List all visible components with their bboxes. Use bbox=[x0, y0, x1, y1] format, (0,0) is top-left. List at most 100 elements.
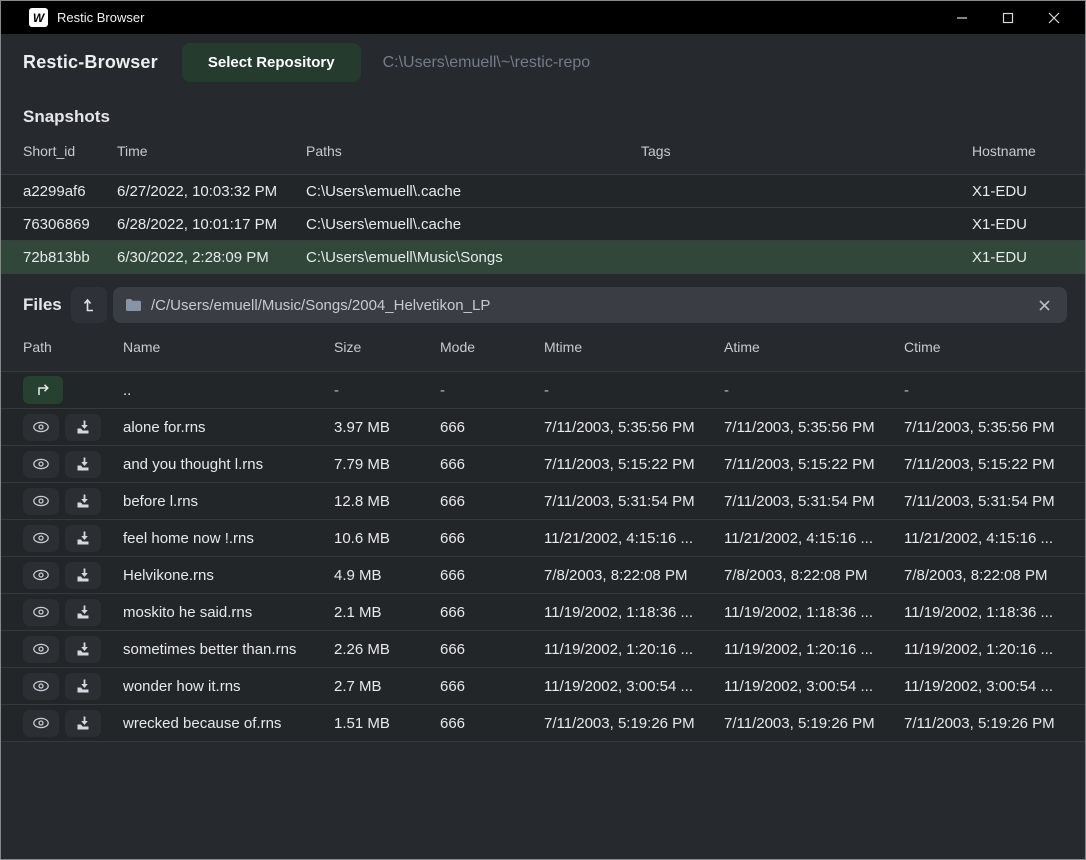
file-name: wonder how it.rns bbox=[123, 678, 334, 695]
file-atime: 7/11/2003, 5:35:56 PM bbox=[724, 419, 904, 436]
file-ctime: 7/11/2003, 5:15:22 PM bbox=[904, 456, 1067, 473]
file-ctime: 11/19/2002, 1:20:16 ... bbox=[904, 641, 1067, 658]
file-size: 7.79 MB bbox=[334, 456, 440, 473]
snapshot-row[interactable]: 72b813bb 6/30/2022, 2:28:09 PM C:\Users\… bbox=[1, 240, 1085, 273]
view-file-button[interactable] bbox=[23, 599, 59, 626]
maximize-icon bbox=[1002, 12, 1014, 24]
file-atime: - bbox=[724, 382, 904, 399]
view-file-button[interactable] bbox=[23, 562, 59, 589]
file-name: sometimes better than.rns bbox=[123, 641, 334, 658]
file-size: 2.1 MB bbox=[334, 604, 440, 621]
col-tags: Tags bbox=[641, 143, 972, 159]
download-icon bbox=[75, 715, 91, 731]
return-arrow-icon bbox=[34, 382, 52, 398]
file-size: 4.9 MB bbox=[334, 567, 440, 584]
download-file-button[interactable] bbox=[65, 673, 101, 700]
download-icon bbox=[75, 493, 91, 509]
col-path: Path bbox=[23, 339, 123, 355]
close-button[interactable] bbox=[1031, 1, 1077, 34]
file-mtime: 11/19/2002, 1:20:16 ... bbox=[544, 641, 724, 658]
file-ctime: 11/19/2002, 3:00:54 ... bbox=[904, 678, 1067, 695]
download-file-button[interactable] bbox=[65, 636, 101, 663]
file-size: 2.26 MB bbox=[334, 641, 440, 658]
file-mtime: 7/11/2003, 5:15:22 PM bbox=[544, 456, 724, 473]
snapshot-short-id: a2299af6 bbox=[23, 183, 117, 200]
file-row[interactable]: and you thought l.rns 7.79 MB 666 7/11/2… bbox=[1, 445, 1085, 482]
view-file-button[interactable] bbox=[23, 710, 59, 737]
view-file-button[interactable] bbox=[23, 488, 59, 515]
file-row[interactable]: alone for.rns 3.97 MB 666 7/11/2003, 5:3… bbox=[1, 408, 1085, 445]
file-mode: 666 bbox=[440, 530, 544, 547]
col-ctime: Ctime bbox=[904, 339, 1067, 355]
snapshots-table-header: Short_id Time Paths Tags Hostname bbox=[1, 127, 1085, 174]
file-mode: 666 bbox=[440, 456, 544, 473]
file-atime: 11/21/2002, 4:15:16 ... bbox=[724, 530, 904, 547]
view-file-button[interactable] bbox=[23, 525, 59, 552]
download-file-button[interactable] bbox=[65, 525, 101, 552]
download-file-button[interactable] bbox=[65, 710, 101, 737]
view-file-button[interactable] bbox=[23, 673, 59, 700]
col-time: Time bbox=[117, 143, 306, 159]
file-size: - bbox=[334, 382, 440, 399]
page-title: Restic-Browser bbox=[23, 52, 158, 73]
file-ctime: 11/19/2002, 1:18:36 ... bbox=[904, 604, 1067, 621]
download-icon bbox=[75, 641, 91, 657]
snapshot-row[interactable]: 76306869 6/28/2022, 10:01:17 PM C:\Users… bbox=[1, 207, 1085, 240]
file-atime: 11/19/2002, 1:18:36 ... bbox=[724, 604, 904, 621]
download-icon bbox=[75, 678, 91, 694]
file-row[interactable]: feel home now !.rns 10.6 MB 666 11/21/20… bbox=[1, 519, 1085, 556]
file-size: 12.8 MB bbox=[334, 493, 440, 510]
eye-icon bbox=[32, 642, 50, 656]
current-path-bar[interactable]: /C/Users/emuell/Music/Songs/2004_Helveti… bbox=[113, 287, 1067, 323]
col-short-id: Short_id bbox=[23, 143, 117, 159]
wails-logo-icon: W bbox=[29, 8, 48, 27]
file-mode: 666 bbox=[440, 715, 544, 732]
files-bar: Files /C/Users/emuell/Music/Songs/2004_H… bbox=[23, 287, 1067, 323]
file-mtime: 11/21/2002, 4:15:16 ... bbox=[544, 530, 724, 547]
select-repository-button[interactable]: Select Repository bbox=[182, 43, 361, 82]
file-name: before l.rns bbox=[123, 493, 334, 510]
download-file-button[interactable] bbox=[65, 488, 101, 515]
snapshot-hostname: X1-EDU bbox=[972, 183, 1067, 200]
file-mode: 666 bbox=[440, 678, 544, 695]
col-atime: Atime bbox=[724, 339, 904, 355]
clear-path-button[interactable] bbox=[1034, 295, 1055, 316]
file-row[interactable]: wonder how it.rns 2.7 MB 666 11/19/2002,… bbox=[1, 667, 1085, 704]
parent-directory-row[interactable]: .. - - - - - bbox=[1, 371, 1085, 408]
eye-icon bbox=[32, 679, 50, 693]
view-file-button[interactable] bbox=[23, 414, 59, 441]
file-ctime: 7/11/2003, 5:35:56 PM bbox=[904, 419, 1067, 436]
file-row[interactable]: before l.rns 12.8 MB 666 7/11/2003, 5:31… bbox=[1, 482, 1085, 519]
file-mtime: 7/11/2003, 5:19:26 PM bbox=[544, 715, 724, 732]
file-row[interactable]: sometimes better than.rns 2.26 MB 666 11… bbox=[1, 630, 1085, 667]
go-parent-button[interactable] bbox=[23, 376, 63, 404]
view-file-button[interactable] bbox=[23, 636, 59, 663]
view-file-button[interactable] bbox=[23, 451, 59, 478]
file-ctime: 11/21/2002, 4:15:16 ... bbox=[904, 530, 1067, 547]
empty-area bbox=[1, 742, 1085, 859]
file-row[interactable]: Helvikone.rns 4.9 MB 666 7/8/2003, 8:22:… bbox=[1, 556, 1085, 593]
file-mtime: 7/11/2003, 5:35:56 PM bbox=[544, 419, 724, 436]
file-mode: 666 bbox=[440, 493, 544, 510]
col-name: Name bbox=[123, 339, 334, 355]
eye-icon bbox=[32, 716, 50, 730]
maximize-button[interactable] bbox=[985, 1, 1031, 34]
file-row[interactable]: wrecked because of.rns 1.51 MB 666 7/11/… bbox=[1, 704, 1085, 741]
file-ctime: - bbox=[904, 382, 1067, 399]
file-row[interactable]: moskito he said.rns 2.1 MB 666 11/19/200… bbox=[1, 593, 1085, 630]
file-mode: 666 bbox=[440, 641, 544, 658]
file-name: feel home now !.rns bbox=[123, 530, 334, 547]
download-icon bbox=[75, 419, 91, 435]
download-file-button[interactable] bbox=[65, 414, 101, 441]
titlebar: W Restic Browser bbox=[1, 1, 1085, 34]
level-up-button[interactable] bbox=[71, 287, 107, 323]
download-file-button[interactable] bbox=[65, 562, 101, 589]
file-mtime: 11/19/2002, 3:00:54 ... bbox=[544, 678, 724, 695]
logo-letter: W bbox=[33, 12, 44, 24]
download-file-button[interactable] bbox=[65, 451, 101, 478]
minimize-button[interactable] bbox=[939, 1, 985, 34]
file-atime: 7/11/2003, 5:19:26 PM bbox=[724, 715, 904, 732]
snapshot-row[interactable]: a2299af6 6/27/2022, 10:03:32 PM C:\Users… bbox=[1, 174, 1085, 207]
download-file-button[interactable] bbox=[65, 599, 101, 626]
files-table-header: Path Name Size Mode Mtime Atime Ctime bbox=[1, 323, 1085, 371]
